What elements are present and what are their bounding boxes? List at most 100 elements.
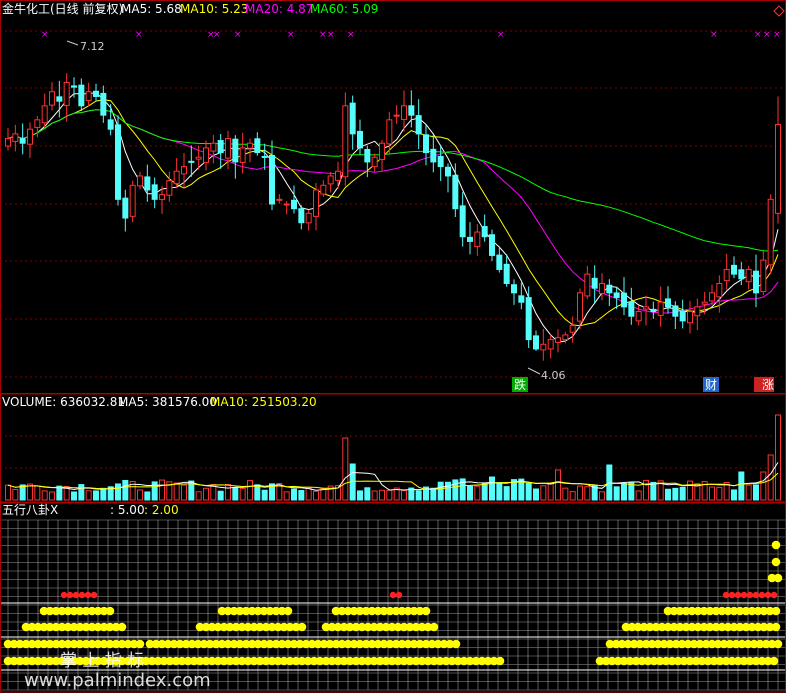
volume-ma10-legend: MA10: 251503.20 [210, 395, 317, 409]
indicator-dot [769, 656, 779, 666]
chart-canvas[interactable]: × × ×× × × × × × × × × × × 金牛化工(日线 前复权) MA5: 5.68 MA… [0, 0, 786, 693]
candle-body [599, 282, 605, 294]
volume-bar [643, 479, 649, 501]
volume-bar [430, 487, 437, 501]
candle-body [635, 311, 642, 322]
indicator-dot [283, 606, 293, 616]
indicator-value-b: : 2.00 [144, 503, 179, 517]
candle-body [349, 102, 356, 135]
volume-bar [401, 490, 407, 501]
indicator-dot [773, 573, 783, 583]
candle-body [188, 160, 195, 163]
indicator-dot [429, 622, 439, 632]
volume-bar [173, 482, 180, 501]
volume-bar [305, 487, 312, 501]
candle-body [5, 138, 11, 147]
indicator-dot [734, 591, 742, 599]
volume-bar [261, 489, 268, 501]
indicator-dot [72, 591, 80, 599]
watermark-url: www.palmindex.com [24, 670, 211, 691]
indicator-dot [395, 591, 403, 599]
indicator-dot [746, 591, 754, 599]
volume-bar [232, 487, 239, 501]
signal-down-label: 跌 [514, 377, 526, 392]
candle-body [687, 311, 693, 324]
candle-body [723, 268, 730, 282]
candle-body [41, 105, 48, 124]
volume-bar [577, 485, 583, 501]
candle-body [225, 138, 231, 159]
candle-body [753, 270, 759, 294]
volume-bar [503, 486, 510, 501]
candle-body [100, 92, 107, 116]
volume-bar [217, 490, 224, 501]
candle-body [679, 310, 686, 322]
indicator-dot [105, 606, 115, 616]
x-mark: × [347, 30, 355, 40]
indicator-dot [771, 557, 781, 567]
low-label: 4.06 [541, 369, 566, 382]
candle-body [195, 156, 202, 160]
signal-surge-label: 涨 [762, 377, 774, 392]
candle-body [63, 81, 70, 106]
volume-bar [628, 482, 635, 501]
x-mark: × [135, 30, 143, 40]
candle-body [481, 226, 488, 238]
x-mark: × [710, 30, 718, 40]
indicator-dot [728, 591, 736, 599]
candle-body [371, 156, 378, 168]
candle-body [283, 203, 290, 206]
indicator-dot [773, 639, 783, 649]
candle-body [247, 142, 253, 149]
indicator-dot [78, 591, 86, 599]
volume-bar [709, 486, 715, 501]
candle-body [555, 337, 561, 343]
indicator-dot [758, 591, 766, 599]
candle-body [650, 308, 657, 313]
candle-body [269, 154, 275, 205]
volume-bar [386, 489, 393, 501]
indicator-dot [764, 591, 772, 599]
ma60-legend: MA60: 5.09 [310, 2, 378, 16]
volume-bar [5, 484, 11, 501]
candle-body [745, 268, 752, 283]
volume-bar [364, 487, 371, 501]
candle-body [254, 138, 261, 154]
volume-bar [716, 486, 723, 501]
candle-body [364, 148, 371, 163]
volume-bar [731, 489, 737, 501]
candle-body [459, 205, 466, 238]
candle-body [731, 264, 737, 275]
volume-bar [474, 485, 481, 501]
candle-body [430, 148, 437, 163]
volume-bar [49, 491, 55, 501]
volume-bar [562, 487, 569, 501]
indicator-dot [771, 622, 781, 632]
candle-body [34, 119, 41, 128]
candle-body [327, 175, 334, 185]
candle-body [701, 301, 708, 305]
volume-bar [379, 489, 385, 501]
volume-bar [100, 487, 107, 501]
indicator-dot [421, 606, 431, 616]
candle-body [217, 140, 224, 154]
x-mark: × [754, 30, 762, 40]
volume-bar [195, 491, 202, 501]
x-mark: × [234, 30, 242, 40]
ma60-line [7, 109, 779, 252]
volume-bar [738, 471, 745, 501]
candle-body [19, 138, 26, 144]
candle-body [181, 166, 187, 175]
low-pointer [527, 367, 541, 375]
candle-body [665, 298, 671, 308]
volume-bar [753, 484, 759, 501]
volume-bar [584, 486, 591, 501]
indicator-dot [722, 591, 730, 599]
diamond-icon[interactable] [773, 5, 785, 17]
volume-bar [775, 414, 781, 501]
volume-bar [445, 481, 451, 501]
indicator-dot [771, 540, 781, 550]
volume-legend: VOLUME: 636032.81 [2, 395, 125, 409]
candle-body [71, 85, 77, 88]
indicator-dot [84, 591, 92, 599]
